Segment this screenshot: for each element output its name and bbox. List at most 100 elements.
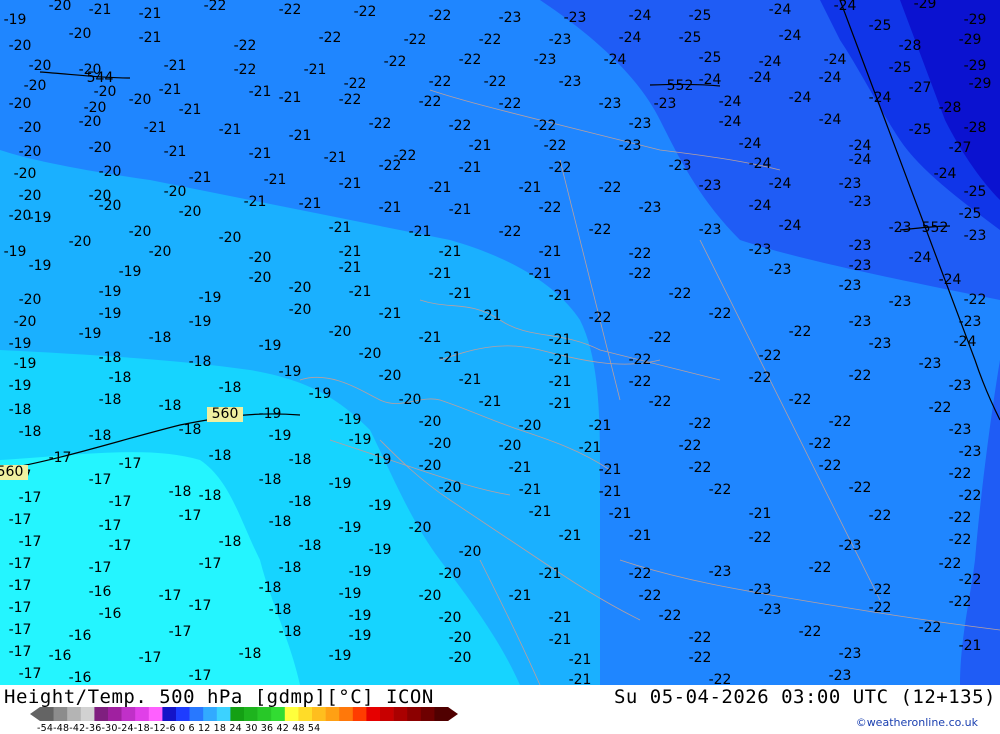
temperature-label: -21 <box>439 244 462 260</box>
temperature-label: -18 <box>179 422 202 438</box>
temperature-label: -21 <box>519 482 542 498</box>
temperature-label: -21 <box>379 306 402 322</box>
temperature-label: -17 <box>9 512 32 528</box>
temperature-label: -22 <box>459 52 482 68</box>
temperature-label: -21 <box>379 200 402 216</box>
temperature-label: -17 <box>89 560 112 576</box>
temperature-label: -20 <box>249 250 272 266</box>
temperature-label: -21 <box>429 180 452 196</box>
temperature-label: -20 <box>69 26 92 42</box>
temperature-label: -19 <box>369 498 392 514</box>
temperature-label: -24 <box>869 90 892 106</box>
legend-swatch <box>420 707 435 721</box>
legend-swatch <box>339 707 354 721</box>
temperature-label: -29 <box>959 32 982 48</box>
temperature-label: -28 <box>939 100 962 116</box>
temperature-label: -17 <box>49 450 72 466</box>
temperature-label: -21 <box>459 160 482 176</box>
temperature-label: -24 <box>769 2 792 18</box>
temperature-label: -21 <box>339 176 362 192</box>
temperature-label: -22 <box>629 266 652 282</box>
temperature-label: -17 <box>9 578 32 594</box>
temperature-label: -22 <box>819 458 842 474</box>
temperature-label: -23 <box>669 158 692 174</box>
temperature-label: -25 <box>689 8 712 24</box>
temperature-label: -19 <box>189 314 212 330</box>
temperature-label: -22 <box>959 572 982 588</box>
legend-swatch <box>40 707 54 721</box>
temperature-label: -27 <box>949 140 972 156</box>
temperature-label: -22 <box>829 414 852 430</box>
legend-swatch <box>298 707 313 721</box>
temperature-label: -22 <box>499 224 522 240</box>
height-label-text: 544 <box>87 70 114 86</box>
temperature-label: -23 <box>949 422 972 438</box>
temperature-label: -18 <box>189 354 212 370</box>
temperature-label: -22 <box>949 594 972 610</box>
temperature-label: -18 <box>289 452 312 468</box>
temperature-label: -19 <box>339 412 362 428</box>
temperature-label: -20 <box>19 144 42 160</box>
temperature-label: -20 <box>24 78 47 94</box>
temperature-label: -23 <box>559 74 582 90</box>
temperature-label: -23 <box>849 314 872 330</box>
temperature-label: -24 <box>749 156 772 172</box>
temperature-label: -22 <box>589 222 612 238</box>
temperature-label: -21 <box>549 632 572 648</box>
temperature-label: -20 <box>219 230 242 246</box>
temperature-label: -20 <box>289 302 312 318</box>
temperature-label: -23 <box>549 32 572 48</box>
temperature-label: -21 <box>519 180 542 196</box>
temperature-label: -22 <box>499 96 522 112</box>
temperature-label: -23 <box>839 278 862 294</box>
temperature-label: -17 <box>169 624 192 640</box>
temperature-label: -17 <box>109 494 132 510</box>
temperature-label: -22 <box>369 116 392 132</box>
temperature-label: -21 <box>459 372 482 388</box>
temperature-label: -22 <box>429 8 452 24</box>
temperature-label: -22 <box>534 118 557 134</box>
temperature-label: -21 <box>339 260 362 276</box>
temperature-label: -19 <box>329 648 352 664</box>
temperature-label: -22 <box>404 32 427 48</box>
temperature-label: -19 <box>369 542 392 558</box>
temperature-label: -21 <box>409 224 432 240</box>
temperature-label: -25 <box>964 184 987 200</box>
temperature-label: -24 <box>699 72 722 88</box>
temperature-label: -22 <box>649 394 672 410</box>
temperature-label: -22 <box>689 460 712 476</box>
temperature-label: -19 <box>349 608 372 624</box>
temperature-label: -20 <box>14 166 37 182</box>
temperature-label: -20 <box>419 414 442 430</box>
temperature-label: -17 <box>139 650 162 666</box>
temperature-label: -17 <box>159 588 182 604</box>
temperature-label: -17 <box>9 600 32 616</box>
temperature-label: -21 <box>589 418 612 434</box>
temperature-label: -21 <box>549 396 572 412</box>
temperature-label: -22 <box>869 600 892 616</box>
temperature-label: -19 <box>259 338 282 354</box>
temperature-label: -20 <box>69 234 92 250</box>
temperature-label: -16 <box>49 648 72 664</box>
temperature-label: -25 <box>869 18 892 34</box>
temperature-label: -22 <box>949 532 972 548</box>
legend-swatch <box>407 707 422 721</box>
temperature-label: -18 <box>159 398 182 414</box>
temperature-label: -21 <box>249 84 272 100</box>
temperature-label: -19 <box>9 378 32 394</box>
temperature-label: -24 <box>619 30 642 46</box>
temperature-label: -21 <box>89 2 112 18</box>
height-label-text: 552 <box>667 78 694 94</box>
credit-link[interactable]: ©weatheronline.co.uk <box>856 716 978 729</box>
temperature-label: -20 <box>29 58 52 74</box>
height-label-560: 560 <box>0 464 28 480</box>
temperature-label: -19 <box>14 356 37 372</box>
legend-swatch <box>244 707 258 721</box>
temperature-label: -16 <box>89 584 112 600</box>
temperature-label: -23 <box>749 582 772 598</box>
temperature-label: -22 <box>429 74 452 90</box>
temperature-label: -24 <box>779 218 802 234</box>
temperature-label: -22 <box>479 32 502 48</box>
weather-map: -19 -20 -21 -21 -22 -22 -22 -22 -23 -23 -24 -25 -24-… <box>0 0 1000 685</box>
temperature-label: -22 <box>949 510 972 526</box>
